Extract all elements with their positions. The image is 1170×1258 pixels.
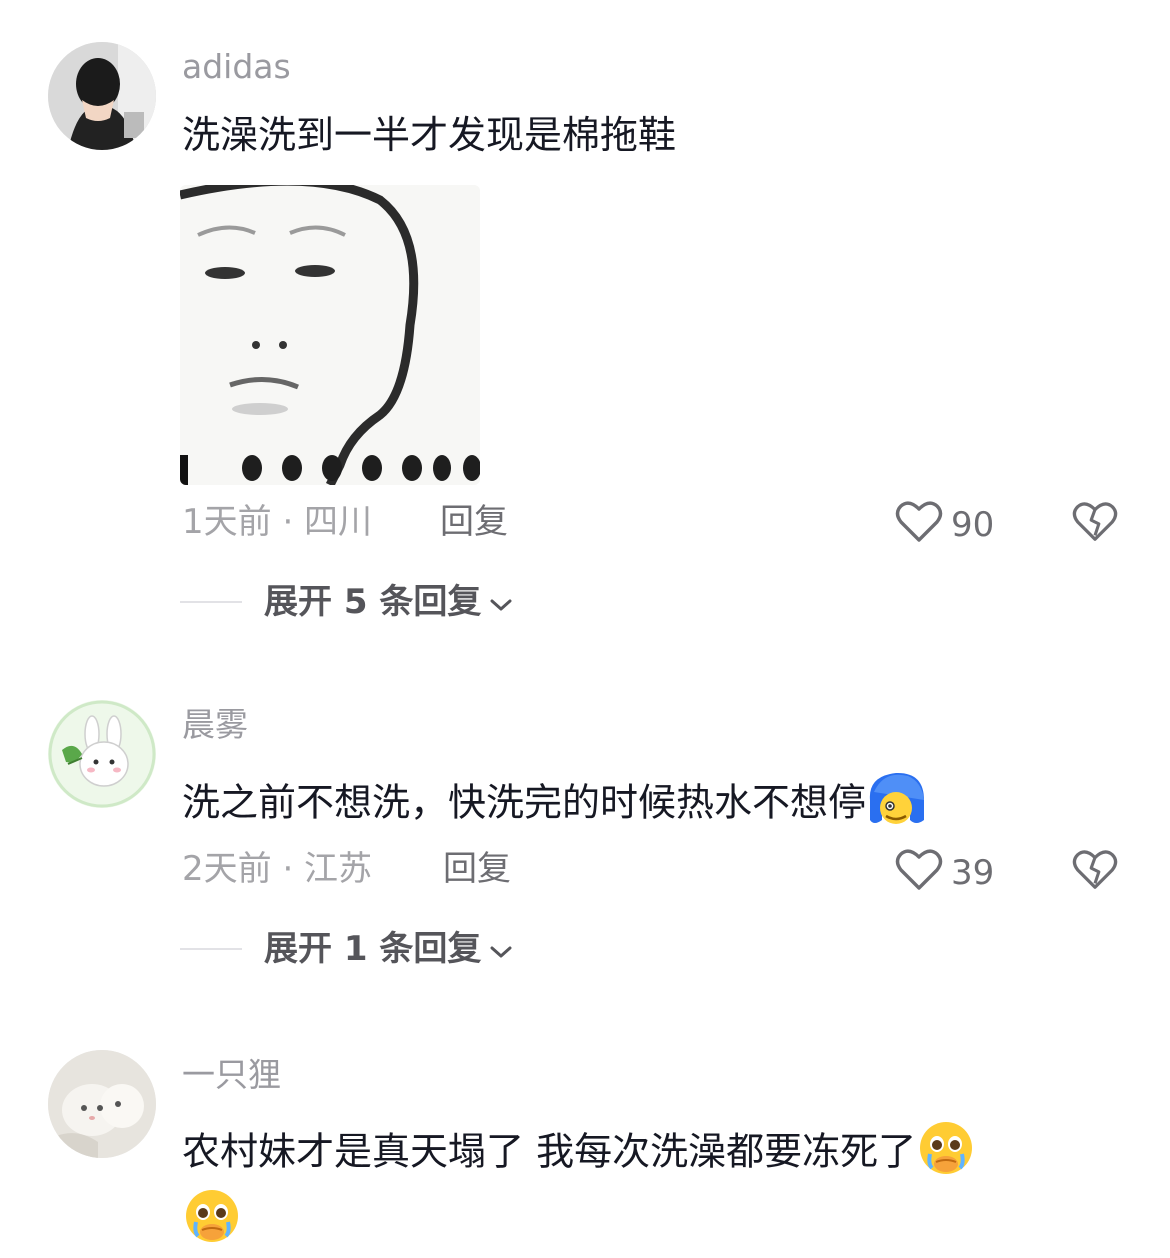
chevron-down-icon (481, 585, 513, 619)
like-count: 90 (951, 505, 995, 545)
expand-replies-label: 展开 1 条回复 (264, 929, 482, 969)
like-button[interactable]: 39 (895, 848, 994, 898)
comment-text-continuation (182, 1186, 242, 1258)
dislike-button[interactable] (1072, 500, 1118, 548)
comment-text-row: 农村妹才是真天塌了 我每次洗澡都要冻死了 (182, 1118, 976, 1190)
blue-hair-face-emoji (866, 770, 928, 840)
comment-text: 洗之前不想洗，快洗完的时候热水不想停 (182, 780, 867, 825)
username[interactable]: adidas (182, 50, 291, 83)
expand-replies-button[interactable]: 展开 5 条回复 (180, 585, 513, 619)
pleading-crying-face-emoji (182, 1186, 242, 1258)
heart-outline-icon (895, 500, 943, 550)
comment-text-row: 洗之前不想洗，快洗完的时候热水不想停 (182, 770, 928, 840)
reply-button[interactable]: 回复 (443, 852, 511, 886)
avatar[interactable] (48, 42, 156, 150)
like-count: 39 (951, 853, 995, 893)
comment-meta: 2天前 · 江苏 (182, 849, 373, 889)
dislike-button[interactable] (1072, 848, 1118, 896)
pleading-crying-face-emoji (916, 1118, 976, 1190)
heart-outline-icon (895, 848, 943, 898)
avatar[interactable] (48, 700, 156, 808)
username[interactable]: 一只狸 (182, 1058, 281, 1091)
comment-text: 洗澡洗到一半才发现是棉拖鞋 (182, 113, 677, 157)
broken-heart-icon (1072, 502, 1118, 548)
username[interactable]: 晨雾 (182, 708, 248, 741)
like-button[interactable]: 90 (895, 500, 994, 550)
avatar[interactable] (48, 1050, 156, 1158)
reply-button[interactable]: 回复 (440, 505, 508, 539)
divider-line (180, 948, 242, 950)
divider-line (180, 601, 242, 603)
chevron-down-icon (481, 932, 513, 966)
meme-image[interactable] (180, 185, 480, 485)
comment-meta: 1天前 · 四川 (182, 502, 373, 542)
expand-replies-label: 展开 5 条回复 (264, 582, 482, 622)
expand-replies-button[interactable]: 展开 1 条回复 (180, 932, 513, 966)
comment-text: 农村妹才是真天塌了 我每次洗澡都要冻死了 (182, 1129, 917, 1174)
broken-heart-icon (1072, 850, 1118, 896)
